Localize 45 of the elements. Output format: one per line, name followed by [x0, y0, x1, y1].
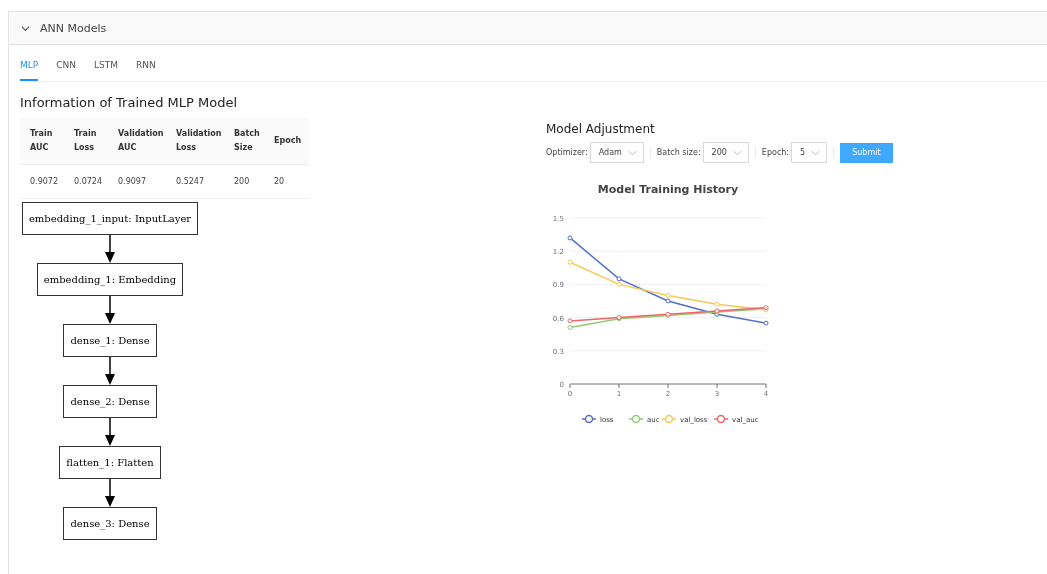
caret-icon [811, 149, 821, 156]
column-header: Epoch [274, 118, 310, 165]
arrow [104, 479, 116, 507]
tab[interactable]: LSTM [93, 60, 118, 81]
arrow [104, 296, 116, 324]
section-title: Information of Trained MLP Model [20, 95, 239, 110]
field-label: Optimizer: [546, 148, 588, 157]
layer-node: dense_3: Dense [63, 507, 157, 540]
panel-header[interactable]: ANN Models [9, 12, 1047, 44]
column-header: Train AUC [20, 118, 74, 165]
layer-node: dense_1: Dense [63, 324, 157, 357]
chart-title: Model Training History [597, 183, 739, 196]
column-header: Train Loss [74, 118, 118, 165]
chevron-icon [21, 23, 30, 33]
field-label: Epoch: [761, 148, 790, 157]
select-field[interactable]: 200 [702, 142, 749, 163]
table-cell: 0.0724 [74, 164, 118, 199]
table-cell: 0.5247 [176, 164, 234, 199]
legend-icon [713, 414, 729, 424]
select-field[interactable]: Adam [589, 142, 644, 163]
table-cell: 200 [234, 164, 274, 199]
tab[interactable]: RNN [135, 60, 156, 81]
column-header: Validation AUC [118, 118, 176, 165]
caret-icon [732, 149, 742, 156]
layer-node: embedding_1: Embedding [36, 263, 184, 296]
layer-node: embedding_1_input: InputLayer [21, 202, 199, 235]
section-title: Model Adjustment [546, 122, 656, 136]
table-cell: 0.9072 [20, 164, 74, 199]
column-header: Batch Size [234, 118, 274, 165]
legend-icon [581, 414, 597, 424]
legend-icon [661, 414, 677, 424]
legend-icon [628, 414, 644, 424]
layer-node: flatten_1: Flatten [59, 446, 161, 479]
arrow [104, 357, 116, 385]
column-header: Validation Loss [176, 118, 234, 165]
caret-icon [627, 149, 637, 156]
layer-node: dense_2: Dense [63, 385, 157, 418]
arrow [104, 235, 116, 263]
arrow [104, 418, 116, 446]
tab[interactable]: CNN [56, 60, 76, 81]
table-cell: 0.9097 [118, 164, 176, 199]
panel-title: ANN Models [40, 21, 107, 35]
field-label: Batch size: [656, 148, 701, 157]
select-field[interactable]: 5 [791, 142, 828, 163]
table-cell: 20 [274, 164, 310, 199]
